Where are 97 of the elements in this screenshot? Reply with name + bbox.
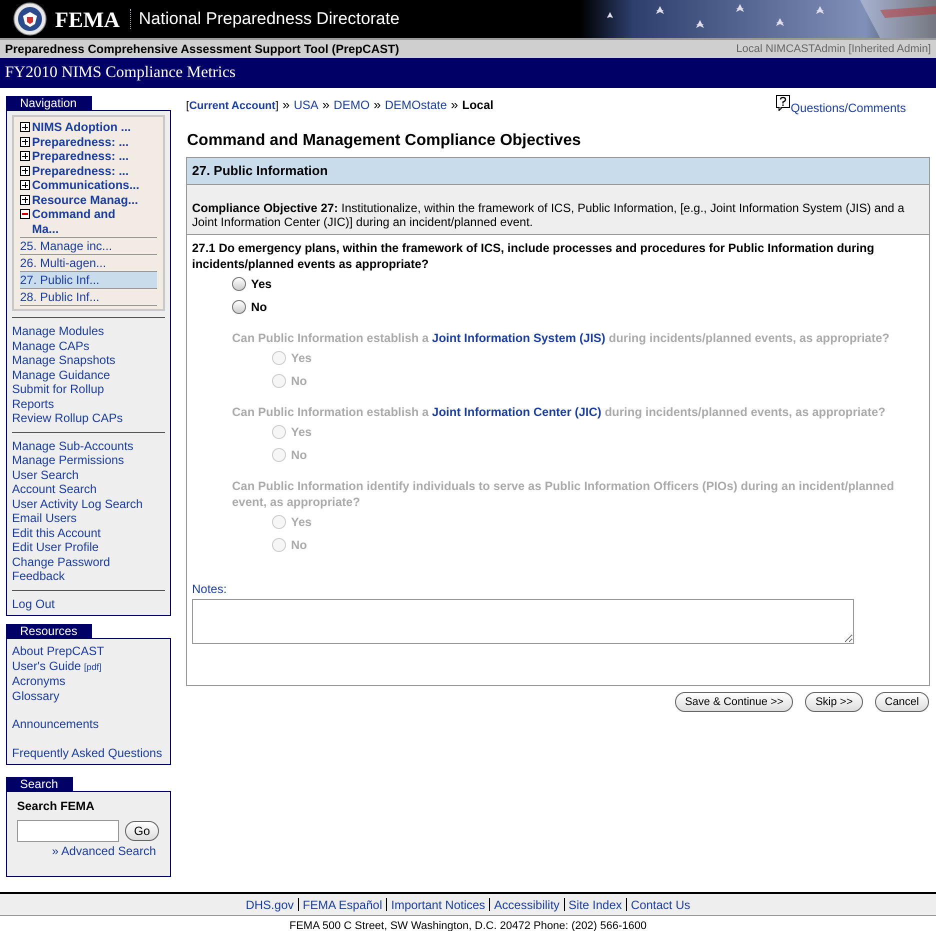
directorate-title: National Preparedness Directorate (138, 8, 400, 30)
plus-icon[interactable] (20, 180, 30, 190)
nav-link[interactable]: Email Users (12, 511, 165, 526)
go-button[interactable]: Go (125, 821, 160, 841)
pdf-link[interactable]: [pdf] (84, 660, 102, 674)
plus-icon[interactable] (20, 166, 30, 176)
sub-question-text: Can Public Information identify individuals to serve as Public Information Officers (PIOs) during an incident/planned event, as appropriate? (232, 478, 896, 510)
panel-title: Search (6, 777, 73, 791)
nav-link[interactable]: Manage Permissions (12, 453, 165, 468)
option-label: No (291, 373, 307, 390)
breadcrumb-link[interactable]: USA (294, 96, 318, 114)
nav-link[interactable]: Manage Guidance (12, 368, 165, 382)
footer-link[interactable]: FEMA Español (302, 896, 382, 914)
nav-link[interactable]: Account Search (12, 482, 165, 496)
resource-link[interactable]: Acronyms (12, 674, 165, 688)
questions-comments-link[interactable]: Questions/Comments (790, 99, 906, 117)
plus-icon[interactable] (20, 194, 30, 204)
breadcrumb-link[interactable]: Current Account (189, 98, 276, 114)
separator-text: » (450, 96, 458, 114)
nav-link[interactable]: Log Out (12, 596, 165, 611)
tree-item[interactable]: NIMS Adoption ... (32, 120, 131, 134)
nav-link[interactable]: Manage Sub-Accounts (12, 438, 165, 453)
footer-link[interactable]: Site Index (568, 896, 622, 914)
resource-link[interactable]: User's Guide (12, 658, 81, 673)
option-label: Yes (251, 276, 272, 293)
bracket-text: [ (186, 99, 190, 114)
footer-link[interactable]: Contact Us (630, 896, 690, 914)
nav-link[interactable]: Feedback (12, 569, 165, 584)
minus-icon[interactable] (20, 209, 30, 219)
address-text: FEMA 500 C Street, SW Washington, D.C. 20472 Phone: (202) 566-1600 (288, 919, 648, 931)
option-label: No (291, 447, 307, 464)
search-field[interactable] (17, 820, 119, 842)
panel-title: Navigation (6, 96, 92, 110)
tree-item[interactable]: Command and Ma... (32, 207, 142, 236)
radio-button[interactable] (232, 300, 246, 314)
section-heading: Command and Management Compliance Objectives (187, 131, 582, 151)
plus-icon[interactable] (20, 136, 30, 146)
nav-link[interactable]: Manage Modules (12, 324, 165, 338)
tree-item[interactable]: Preparedness: ... (32, 149, 129, 164)
separator-text: » (282, 96, 290, 114)
footer-link[interactable]: Accessibility (494, 896, 560, 914)
option-label: No (251, 299, 267, 316)
plus-icon[interactable] (20, 122, 30, 132)
separator-text: » (374, 96, 381, 114)
page-heading: FY2010 NIMS Compliance Metrics (5, 63, 236, 83)
tree-item[interactable]: Resource Manag... (32, 192, 138, 207)
resource-link[interactable]: About PrepCAST (12, 644, 165, 658)
bracket-text: ] (275, 99, 278, 114)
notes-label: Notes: (192, 581, 228, 598)
option-label: No (291, 537, 307, 554)
nav-link[interactable]: Submit for Rollup (12, 382, 165, 396)
nav-link[interactable]: User Search (12, 468, 165, 482)
nav-link[interactable]: Edit User Profile (12, 540, 165, 554)
panel-title: Resources (6, 624, 92, 638)
resource-link[interactable]: Glossary (12, 688, 165, 703)
section-title: 27. Public Information (192, 162, 328, 180)
tree-item[interactable]: Preparedness: ... (32, 134, 129, 149)
nav-link[interactable]: Manage Snapshots (12, 353, 165, 368)
nav-link[interactable]: Change Password (12, 554, 165, 569)
option-label: Yes (291, 514, 312, 531)
nav-link[interactable]: User Activity Log Search (12, 496, 165, 511)
seal-icon (13, 2, 47, 36)
advanced-search-link[interactable]: » Advanced Search (17, 842, 160, 860)
resource-link[interactable]: Frequently Asked Questions (12, 746, 165, 760)
user-info: Local NIMCASTAdmin [Inherited Admin] (736, 42, 931, 57)
tree-item[interactable]: 27. Public Inf... (20, 272, 157, 289)
tree-item[interactable]: 25. Manage inc... (20, 238, 157, 255)
nav-link[interactable]: Review Rollup CAPs (12, 411, 165, 426)
resource-link[interactable]: Announcements (12, 717, 165, 732)
separator-text: » (322, 96, 330, 114)
plus-icon[interactable] (20, 151, 30, 161)
tool-name: Preparedness Comprehensive Assessment Support Tool (PrepCAST) (5, 41, 400, 58)
objective-text: Compliance Objective 27: Institutionalize, within the framework of ICS, Public Information, [e.g., Joint Information System (JIS) and a Joint Information Center (JIC)] during an incident/planned event. (192, 201, 906, 229)
footer-link[interactable]: Important Notices (391, 896, 486, 914)
save-continue-button[interactable]: Save & Continue >> (674, 692, 794, 712)
sub-question-text: Can Public Information establish a Joint Information Center (JIC) during incidents/planned events, as appropriate? (232, 404, 886, 420)
nav-link[interactable]: Edit this Account (12, 526, 165, 540)
tree-item[interactable]: Communications... (32, 178, 140, 192)
question-text: 27.1 Do emergency plans, within the framework of ICS, include processes and procedures for Public Information during incidents/planned events as appropriate? (192, 240, 876, 272)
nav-link[interactable]: Manage CAPs (12, 338, 165, 353)
help-icon[interactable] (776, 95, 791, 111)
search-heading: Search FEMA (17, 798, 96, 815)
breadcrumb-link[interactable]: DEMOstate (384, 96, 447, 114)
brand-name: FEMA (55, 6, 120, 34)
tree-item[interactable]: 28. Public Inf... (20, 289, 157, 306)
option-label: Yes (291, 350, 312, 367)
cancel-button[interactable]: Cancel (874, 692, 929, 712)
breadcrumb-current: Local (462, 97, 494, 114)
notes-field[interactable] (192, 599, 854, 644)
skip-button[interactable]: Skip >> (805, 692, 863, 712)
breadcrumb-link[interactable]: DEMO (334, 96, 370, 114)
option-label: Yes (291, 424, 312, 441)
tree-item[interactable]: Preparedness: ... (32, 164, 129, 178)
sub-question-text: Can Public Information establish a Joint Information System (JIS) during incidents/planned events, as appropriate? (232, 330, 890, 346)
nav-link[interactable]: Reports (12, 396, 165, 411)
radio-button[interactable] (232, 277, 246, 291)
footer-link[interactable]: DHS.gov (246, 896, 294, 914)
